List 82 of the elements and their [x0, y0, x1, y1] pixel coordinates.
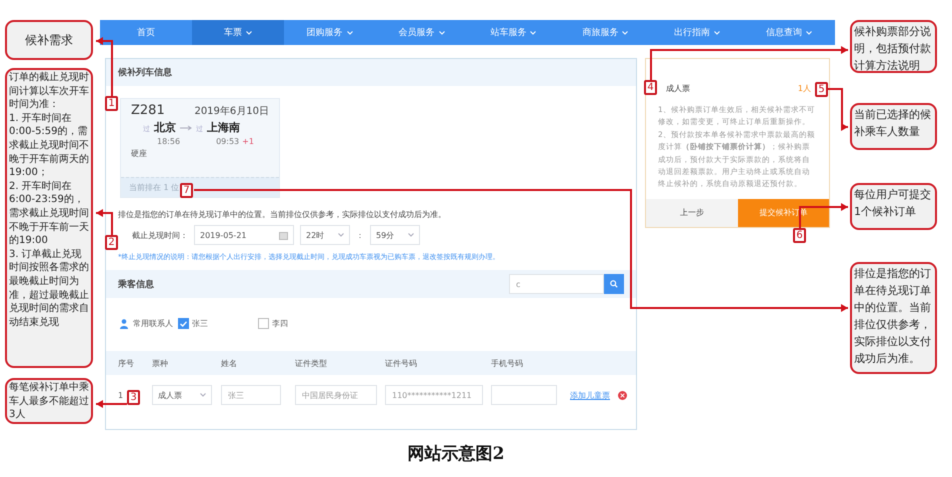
- ticket-type: 成人票: [666, 83, 690, 94]
- nav-tab[interactable]: 首页: [100, 20, 192, 45]
- passenger-count: 1人: [798, 83, 811, 94]
- back-button[interactable]: 上一步: [646, 198, 738, 227]
- add-child-ticket-link[interactable]: 添加儿童票: [570, 390, 610, 400]
- column-header: 票种: [152, 358, 169, 368]
- callout-note: 当前已选择的候补乘车人数量: [850, 103, 937, 150]
- column-header: 手机号码: [491, 358, 524, 368]
- ticket-type-select[interactable]: 成人票: [152, 385, 212, 405]
- callout-note: 订单的截止兑现时间计算以车次开车时间为准： 1. 开车时间在0:00-5:59的，需求截止兑现时间不晚于开车前两天的19:00； 2. 开车时间在6:00-23:59的，需求截止兑现时间不晚于开车前一天的19:00 3. 订单截止兑现时间按照各需求的最晚截止时间为准，超过最晚截止兑现时间的需求自动结束兑现: [5, 68, 93, 368]
- id-type-field[interactable]: 中国居民身份证: [295, 385, 377, 405]
- search-button[interactable]: [604, 274, 624, 294]
- number-badge: 1: [105, 96, 118, 111]
- nav-tab[interactable]: 车票: [192, 20, 284, 45]
- number-badge: 3: [127, 390, 140, 405]
- queue-note: 排位是指您的订单在待兑现订单中的位置。当前排位仅供参考，实际排位以支付成功后为准。: [117, 209, 447, 220]
- caret-icon: [338, 233, 344, 237]
- callout-note: 排位是指您的订单在待兑现订单中的位置。当前排位仅供参考，实际排位以支付成功后为准。: [850, 262, 937, 374]
- column-header: 姓名: [221, 358, 238, 368]
- number-badge: 2: [105, 235, 118, 250]
- leader-line: [96, 400, 127, 408]
- nav-tab[interactable]: 团购服务: [284, 20, 376, 45]
- callout-note: 候补需求: [5, 20, 93, 60]
- number-badge: 6: [793, 228, 806, 243]
- nav-tab[interactable]: 出行指南: [651, 20, 744, 45]
- callout-note: 每笔候补订单中乘车人最多不能超过3人: [5, 378, 93, 424]
- departure-time: 18:56: [157, 137, 180, 146]
- chevron-icon: [346, 30, 353, 34]
- day-offset: +1: [242, 137, 254, 146]
- station-name: 北京: [154, 120, 176, 135]
- number-badge: 4: [644, 80, 657, 95]
- submit-button[interactable]: 提交候补订单: [738, 198, 829, 227]
- nav-tab[interactable]: 信息查询: [743, 20, 835, 45]
- nav-tab[interactable]: 商旅服务: [559, 20, 652, 45]
- chevron-icon: [714, 30, 720, 34]
- train-number: Z281: [131, 103, 165, 118]
- contact-name: 李四: [272, 318, 288, 329]
- minute-select[interactable]: 59分: [370, 225, 420, 245]
- panel-header: 候补列车信息: [106, 59, 636, 86]
- chevron-icon: [806, 30, 812, 34]
- contact-name: 张三: [192, 318, 208, 329]
- leader-line: [828, 88, 848, 131]
- nav-tab[interactable]: 会员服务: [376, 20, 468, 45]
- hour-select[interactable]: 22时: [300, 225, 350, 245]
- delete-icon[interactable]: [618, 390, 627, 400]
- search-field[interactable]: c: [509, 274, 604, 294]
- caret-icon: [408, 233, 414, 237]
- phone-field[interactable]: [491, 385, 557, 405]
- chevron-icon: [622, 30, 628, 34]
- seat-type: 硬座: [131, 148, 148, 159]
- person-icon: [120, 318, 128, 328]
- number-badge: 7: [180, 183, 193, 198]
- leader-line: [96, 209, 113, 235]
- column-header: 序号: [118, 358, 135, 368]
- name-field[interactable]: 张三: [221, 385, 281, 405]
- date-field[interactable]: 2019-05-21: [194, 225, 294, 245]
- search-icon: [610, 279, 618, 289]
- checkbox[interactable]: [178, 318, 189, 329]
- number-badge: 5: [815, 82, 828, 97]
- chevron-icon: [246, 30, 252, 34]
- row-number: 1: [118, 390, 124, 400]
- station-name: 上海南: [207, 120, 240, 135]
- chevron-icon: [438, 30, 445, 34]
- id-number-field[interactable]: 110***********1211: [385, 385, 483, 405]
- train-date: 2019年6月10日: [194, 105, 269, 118]
- callout-note: 每位用户可提交1个候补订单: [850, 183, 937, 230]
- chevron-icon: [530, 30, 536, 34]
- field-label: 截止兑现时间：: [132, 230, 188, 240]
- callout-note: 候补购票部分说明，包括预付款计算方法说明: [850, 20, 937, 73]
- column-header: 证件类型: [295, 358, 328, 368]
- arrow-icon: [180, 125, 192, 131]
- caret-icon: [200, 393, 206, 397]
- calendar-icon: [279, 230, 288, 240]
- time-separator: ：: [356, 230, 364, 240]
- contacts-label: 常用联系人: [133, 318, 173, 329]
- column-header: 证件号码: [385, 358, 418, 368]
- checkbox[interactable]: [258, 318, 269, 329]
- arrival-time: 09:53: [216, 137, 240, 146]
- leader-line: [96, 37, 113, 96]
- nav-tab[interactable]: 站车服务: [468, 20, 560, 45]
- figure-caption: 网站示意图2: [406, 443, 506, 466]
- section-title: 乘客信息: [118, 278, 154, 290]
